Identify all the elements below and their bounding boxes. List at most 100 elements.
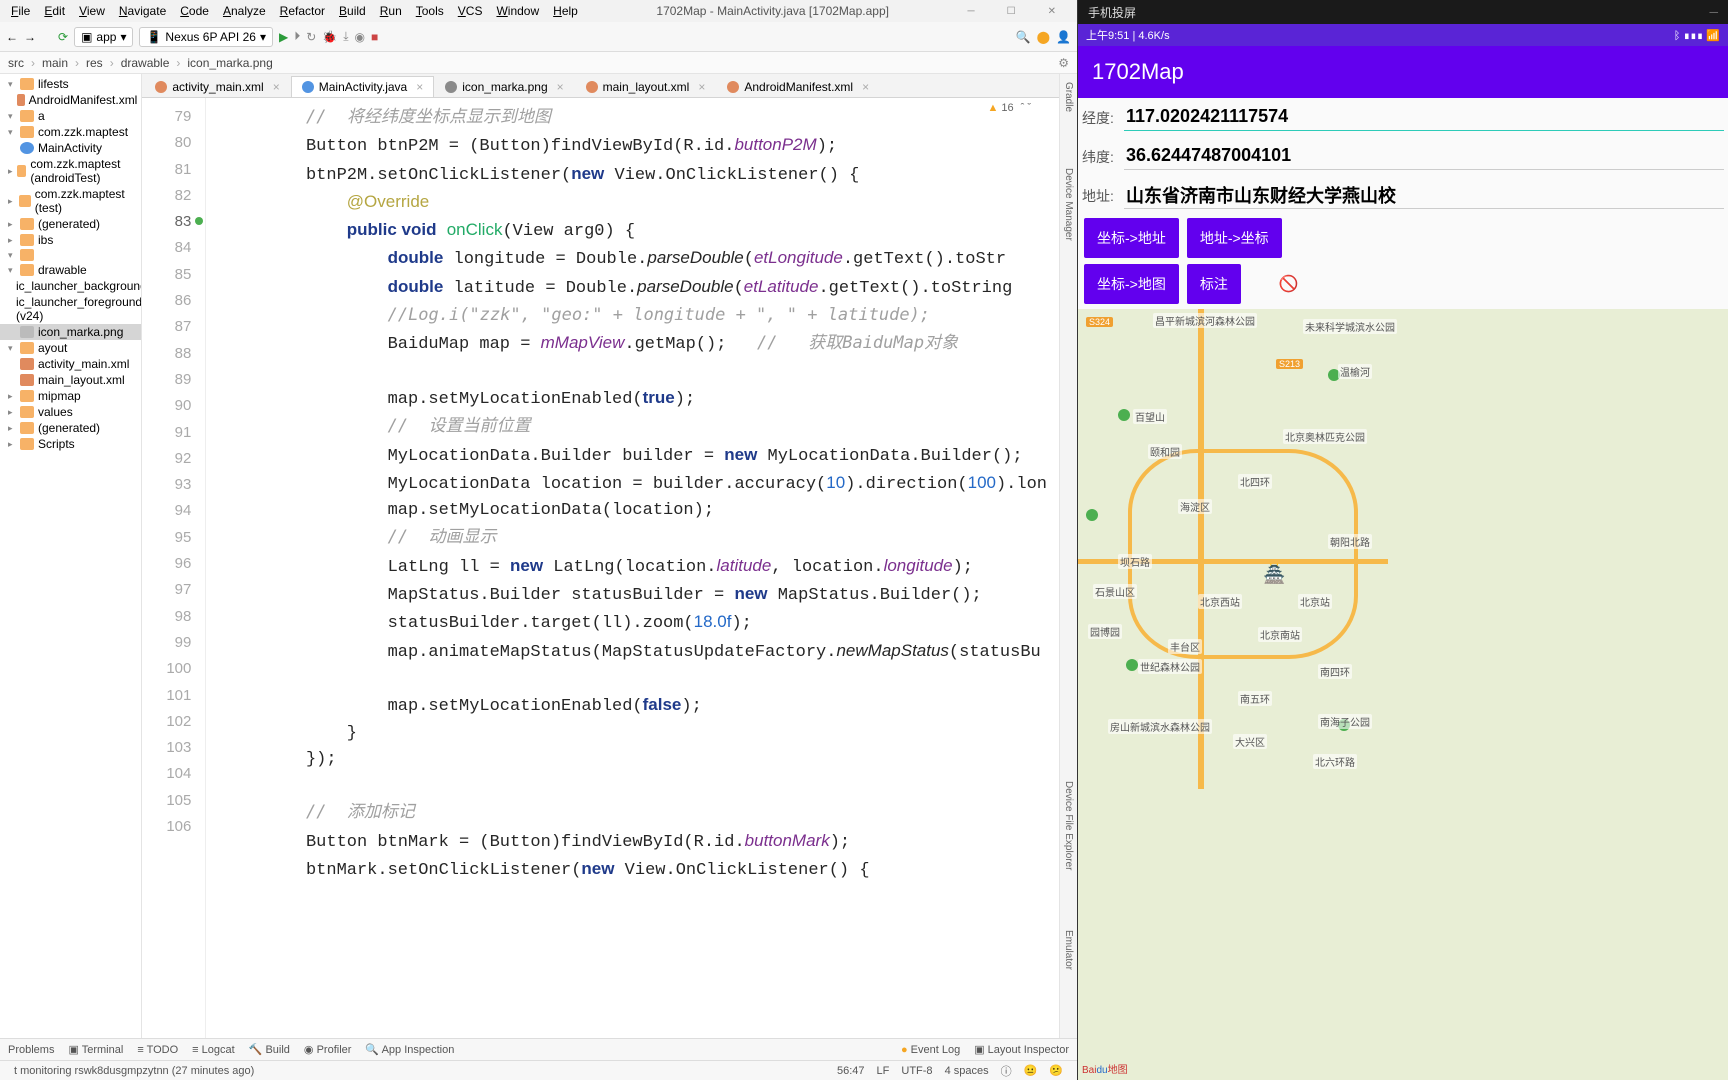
emulator-tool-button[interactable]: Emulator bbox=[1060, 922, 1077, 978]
run-button[interactable]: ▶ bbox=[279, 30, 288, 44]
user-icon[interactable]: 👤 bbox=[1056, 30, 1071, 44]
problems-tool-button[interactable]: Problems bbox=[8, 1044, 54, 1056]
mark-button[interactable]: 标注 bbox=[1187, 264, 1241, 304]
editor-tab[interactable]: main_layout.xml× bbox=[575, 76, 717, 97]
menu-refactor[interactable]: Refactor bbox=[273, 4, 332, 18]
todo-tool-button[interactable]: ≡ TODO bbox=[137, 1044, 178, 1056]
indent-setting[interactable]: 4 spaces bbox=[939, 1065, 995, 1077]
menu-help[interactable]: Help bbox=[546, 4, 585, 18]
coord-to-map-button[interactable]: 坐标->地图 bbox=[1084, 264, 1179, 304]
tree-item[interactable]: ▾lifests bbox=[0, 76, 141, 92]
menu-tools[interactable]: Tools bbox=[409, 4, 451, 18]
event-log-button[interactable]: ● Event Log bbox=[901, 1044, 960, 1056]
line-ending[interactable]: LF bbox=[871, 1065, 896, 1077]
debug-icon[interactable]: ⏵ bbox=[294, 29, 300, 44]
emoji-1[interactable]: 😐 bbox=[1018, 1064, 1044, 1077]
tree-item[interactable]: AndroidManifest.xml bbox=[0, 92, 141, 108]
warnings-badge[interactable]: ▲16 ˆˇ bbox=[988, 102, 1031, 114]
editor-tab[interactable]: AndroidManifest.xml× bbox=[716, 76, 880, 97]
attach-icon[interactable]: ⤓ bbox=[343, 29, 348, 44]
device-file-explorer-button[interactable]: Device File Explorer bbox=[1060, 773, 1077, 878]
logcat-tool-button[interactable]: ≡ Logcat bbox=[192, 1044, 235, 1056]
tree-item[interactable]: main_layout.xml bbox=[0, 372, 141, 388]
device-manager-tool-button[interactable]: Device Manager bbox=[1060, 160, 1077, 249]
nav-back-icon[interactable]: ← bbox=[6, 30, 18, 44]
tree-item[interactable]: ic_launcher_background.xml bbox=[0, 278, 141, 294]
nav-forward-icon[interactable]: → bbox=[24, 30, 36, 44]
baidu-map-view[interactable]: S324 S213 🏯 Baidu地图 昌平新城滨河森林公园未来科学城滨水公园温… bbox=[1078, 309, 1728, 1080]
tree-item[interactable]: MainActivity bbox=[0, 140, 141, 156]
tree-item[interactable]: ▾com.zzk.maptest bbox=[0, 124, 141, 140]
editor-tab[interactable]: MainActivity.java× bbox=[291, 76, 435, 97]
app-action-bar: 1702Map bbox=[1078, 46, 1728, 98]
branch-icon[interactable]: ⓘ bbox=[995, 1063, 1018, 1079]
menu-vcs[interactable]: VCS bbox=[451, 4, 490, 18]
code-editor[interactable]: // 将经纬度坐标点显示到地图 Button btnP2M = (Button)… bbox=[206, 98, 1059, 1038]
menu-file[interactable]: File bbox=[4, 4, 37, 18]
stop-icon[interactable]: ■ bbox=[371, 30, 378, 44]
layout-inspector-button[interactable]: ▣ Layout Inspector bbox=[974, 1043, 1069, 1056]
tree-item[interactable]: ▸ibs bbox=[0, 232, 141, 248]
minimize-icon[interactable]: ─ bbox=[961, 6, 982, 17]
menu-window[interactable]: Window bbox=[489, 4, 546, 18]
profile-icon[interactable]: ◉ bbox=[355, 30, 365, 44]
tree-item[interactable]: icon_marka.png bbox=[0, 324, 141, 340]
gradle-tool-button[interactable]: Gradle bbox=[1060, 74, 1077, 120]
map-label: 颐和园 bbox=[1148, 444, 1182, 459]
breadcrumb-item[interactable]: drawable bbox=[121, 56, 170, 70]
editor-tab[interactable]: activity_main.xml× bbox=[144, 76, 290, 97]
menu-navigate[interactable]: Navigate bbox=[112, 4, 173, 18]
breadcrumb-item[interactable]: icon_marka.png bbox=[187, 56, 272, 70]
editor-tab[interactable]: icon_marka.png× bbox=[434, 76, 574, 97]
project-tree[interactable]: ▾lifestsAndroidManifest.xml▾a▾com.zzk.ma… bbox=[0, 74, 142, 1038]
menu-view[interactable]: View bbox=[72, 4, 112, 18]
emoji-2[interactable]: 😕 bbox=[1043, 1064, 1069, 1077]
notification-icon[interactable]: ⬤ bbox=[1037, 30, 1050, 44]
tree-item[interactable]: ▸com.zzk.maptest (androidTest) bbox=[0, 156, 141, 186]
breadcrumb-item[interactable]: res bbox=[86, 56, 103, 70]
tree-item[interactable]: ▸(generated) bbox=[0, 216, 141, 232]
menu-code[interactable]: Code bbox=[173, 4, 216, 18]
coverage-icon[interactable]: ↻ bbox=[306, 30, 316, 44]
longitude-input[interactable] bbox=[1124, 104, 1724, 131]
tree-item[interactable]: ▸values bbox=[0, 404, 141, 420]
tree-item[interactable]: ▾ bbox=[0, 248, 141, 262]
tree-item[interactable]: ▾a bbox=[0, 108, 141, 124]
main-toolbar: ← → ⟳ ▣ app ▾ 📱 Nexus 6P API 26 ▾ ▶ ⏵ ↻ … bbox=[0, 22, 1077, 52]
profiler-tool-button[interactable]: ◉ Profiler bbox=[304, 1043, 352, 1056]
bug-icon[interactable]: 🐞 bbox=[322, 30, 337, 44]
menu-build[interactable]: Build bbox=[332, 4, 373, 18]
caret-position[interactable]: 56:47 bbox=[831, 1065, 871, 1077]
tree-item[interactable]: ▾drawable bbox=[0, 262, 141, 278]
menu-edit[interactable]: Edit bbox=[37, 4, 72, 18]
gear-icon[interactable]: ⚙ bbox=[1058, 56, 1069, 70]
addr-to-coord-button[interactable]: 地址->坐标 bbox=[1187, 218, 1282, 258]
maximize-icon[interactable]: ☐ bbox=[1000, 6, 1023, 17]
tree-item[interactable]: activity_main.xml bbox=[0, 356, 141, 372]
tree-item[interactable]: ▸com.zzk.maptest (test) bbox=[0, 186, 141, 216]
coord-to-addr-button[interactable]: 坐标->地址 bbox=[1084, 218, 1179, 258]
tree-item[interactable]: ▾ayout bbox=[0, 340, 141, 356]
phone-minimize-icon[interactable]: ─ bbox=[1709, 5, 1718, 19]
breadcrumb-item[interactable]: src bbox=[8, 56, 24, 70]
latitude-input[interactable] bbox=[1124, 143, 1724, 170]
menu-run[interactable]: Run bbox=[373, 4, 409, 18]
breadcrumb-item[interactable]: main bbox=[42, 56, 68, 70]
menu-analyze[interactable]: Analyze bbox=[216, 4, 273, 18]
app-inspection-button[interactable]: 🔍 App Inspection bbox=[365, 1043, 454, 1056]
search-icon[interactable]: 🔍 bbox=[1016, 30, 1031, 44]
tree-item[interactable]: ▸Scripts bbox=[0, 436, 141, 452]
file-encoding[interactable]: UTF-8 bbox=[895, 1065, 938, 1077]
close-icon[interactable]: ✕ bbox=[1041, 6, 1063, 17]
signal-icon: ▮▮▮ bbox=[1683, 30, 1703, 42]
tree-item[interactable]: ▸(generated) bbox=[0, 420, 141, 436]
device-dropdown[interactable]: 📱 Nexus 6P API 26 ▾ bbox=[139, 27, 273, 47]
tree-item[interactable]: ▸mipmap bbox=[0, 388, 141, 404]
latitude-label: 纬度: bbox=[1082, 147, 1118, 167]
sync-icon[interactable]: ⟳ bbox=[58, 30, 68, 44]
build-tool-button[interactable]: 🔨 Build bbox=[249, 1043, 290, 1056]
run-config-dropdown[interactable]: ▣ app ▾ bbox=[74, 27, 133, 47]
terminal-tool-button[interactable]: ▣ Terminal bbox=[68, 1043, 123, 1056]
address-input[interactable] bbox=[1124, 182, 1724, 209]
tree-item[interactable]: ic_launcher_foreground.xml (v24) bbox=[0, 294, 141, 324]
